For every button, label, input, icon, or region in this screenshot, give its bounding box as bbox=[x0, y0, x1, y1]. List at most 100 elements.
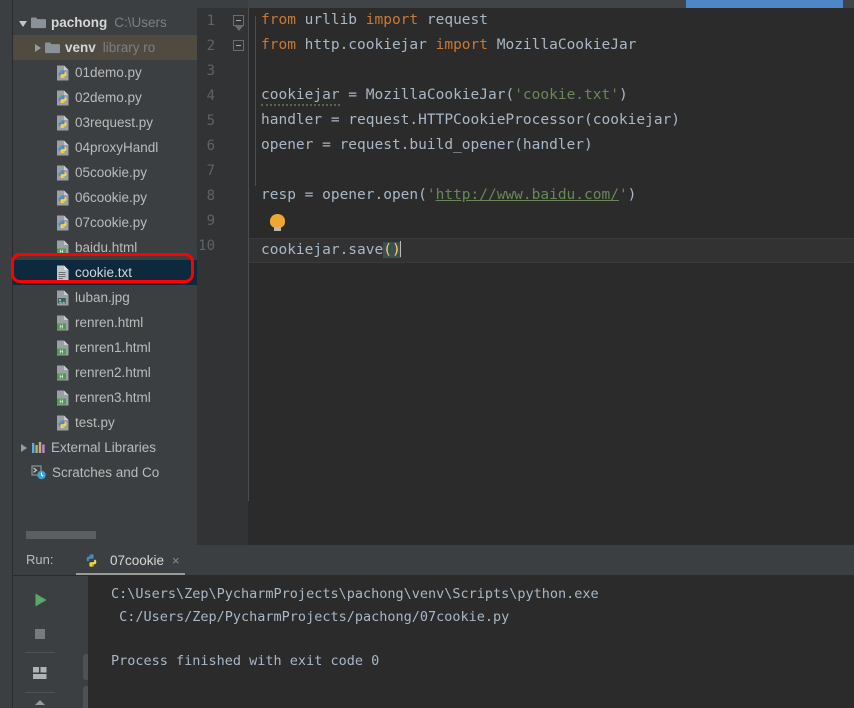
tree-node-external-libraries[interactable]: External Libraries bbox=[13, 435, 197, 460]
url-literal[interactable]: http://www.baidu.com/ bbox=[436, 187, 619, 203]
tree-node-baidu-html[interactable]: H baidu.html bbox=[13, 235, 197, 260]
project-tree-horizontal-scrollbar[interactable] bbox=[13, 529, 197, 540]
tree-node-label: 06cookie.py bbox=[75, 190, 148, 205]
tree-node-05cookie-py[interactable]: 05cookie.py bbox=[13, 160, 197, 185]
text-file-icon bbox=[55, 265, 70, 281]
line-number: 8 bbox=[206, 188, 215, 204]
layout-icon[interactable] bbox=[27, 660, 53, 686]
tree-node-label: test.py bbox=[75, 415, 115, 430]
code-fold-marker-icon[interactable] bbox=[233, 15, 244, 31]
tree-node-07cookie-py[interactable]: 07cookie.py bbox=[13, 210, 197, 235]
tree-node-cookie-txt[interactable]: cookie.txt bbox=[13, 260, 197, 285]
scrollbar-thumb[interactable] bbox=[686, 0, 843, 8]
tree-node-label: luban.jpg bbox=[75, 290, 130, 305]
tree-node-renren-html[interactable]: H renren.html bbox=[13, 310, 197, 335]
code-line-10: cookiejar.save() bbox=[261, 238, 401, 263]
tree-node-test-py[interactable]: test.py bbox=[13, 410, 197, 435]
folder-icon bbox=[45, 41, 60, 54]
collapse-icon[interactable] bbox=[27, 696, 53, 708]
line-number: 4 bbox=[206, 88, 215, 104]
tree-node-label: External Libraries bbox=[51, 440, 157, 455]
quote: ' bbox=[426, 187, 436, 203]
html-file-icon: H bbox=[55, 240, 70, 256]
tree-node-label: baidu.html bbox=[75, 240, 138, 255]
python-file-icon bbox=[55, 65, 70, 81]
tree-node-renren2-html[interactable]: H renren2.html bbox=[13, 360, 197, 385]
module-name: urllib bbox=[295, 12, 366, 28]
line-number: 2 bbox=[206, 38, 215, 54]
run-tool-window-header: Run: 07cookie × bbox=[13, 545, 854, 576]
tree-node-luban-jpg[interactable]: luban.jpg bbox=[13, 285, 197, 310]
svg-text:H: H bbox=[59, 349, 63, 355]
tree-node-label: venv bbox=[65, 40, 96, 55]
quote: ' bbox=[618, 187, 628, 203]
line-number: 6 bbox=[206, 138, 215, 154]
python-file-icon bbox=[55, 215, 70, 231]
tree-node-renren1-html[interactable]: H renren1.html bbox=[13, 335, 197, 360]
lightbulb-base bbox=[274, 227, 281, 231]
keyword-import: import bbox=[365, 12, 419, 28]
code-fold-marker-icon[interactable] bbox=[233, 40, 244, 51]
line-number: 5 bbox=[206, 113, 215, 129]
close-icon[interactable]: × bbox=[172, 553, 180, 568]
code-editor[interactable]: 1 2 3 4 5 6 7 8 9 10 from urllib import … bbox=[197, 8, 854, 545]
module-name: http.cookiejar bbox=[295, 37, 436, 53]
python-file-icon bbox=[55, 415, 70, 431]
line-number: 3 bbox=[206, 63, 215, 79]
code-line-1: from urllib import request bbox=[261, 8, 488, 33]
scrollbar-thumb[interactable] bbox=[26, 531, 96, 539]
line-number: 9 bbox=[206, 213, 215, 229]
string-literal: 'cookie.txt' bbox=[514, 87, 619, 103]
keyword-import: import bbox=[435, 37, 488, 53]
image-file-icon bbox=[55, 290, 70, 306]
chevron-right-icon[interactable] bbox=[17, 441, 30, 454]
html-file-icon: H bbox=[55, 390, 70, 406]
pycharm-window: Project Terminal pachong C:\Users venv l… bbox=[0, 0, 854, 708]
lightbulb-icon[interactable] bbox=[270, 214, 285, 232]
chevron-down-icon[interactable] bbox=[17, 16, 30, 29]
project-tree: pachong C:\Users venv library ro 01demo.… bbox=[13, 8, 197, 485]
rerun-icon[interactable] bbox=[27, 587, 53, 613]
tree-node-label: renren3.html bbox=[75, 390, 151, 405]
tree-node-label: 01demo.py bbox=[75, 65, 142, 80]
tree-node-venv[interactable]: venv library ro bbox=[13, 35, 197, 60]
stop-icon[interactable] bbox=[27, 621, 53, 647]
run-console-output[interactable]: C:\Users\Zep\PycharmProjects\pachong\ven… bbox=[88, 576, 854, 708]
line-number: 10 bbox=[198, 238, 215, 254]
tree-node-03request-py[interactable]: 03request.py bbox=[13, 110, 197, 135]
code-line-8: resp = opener.open('http://www.baidu.com… bbox=[261, 183, 636, 208]
imported-name: request bbox=[418, 12, 488, 28]
run-tab-07cookie[interactable]: 07cookie × bbox=[76, 547, 185, 576]
tree-node-pachong[interactable]: pachong C:\Users bbox=[13, 10, 197, 35]
run-tool-window[interactable]: Run: 07cookie × C:\Users\Zep\PycharmProj… bbox=[13, 545, 854, 708]
tree-node-01demo-py[interactable]: 01demo.py bbox=[13, 60, 197, 85]
svg-text:H: H bbox=[59, 374, 63, 380]
tree-node-renren3-html[interactable]: H renren3.html bbox=[13, 385, 197, 410]
code-line-5: handler = request.HTTPCookieProcessor(co… bbox=[261, 112, 681, 128]
tree-node-label: pachong bbox=[51, 15, 108, 30]
tree-node-label: 04proxyHandl bbox=[75, 140, 159, 155]
run-toolbar-primary bbox=[13, 576, 75, 708]
code-line-4: cookiejar = MozillaCookieJar('cookie.txt… bbox=[261, 83, 628, 108]
editor-gutter[interactable]: 1 2 3 4 5 6 7 8 9 10 bbox=[197, 8, 248, 545]
line-number: 7 bbox=[206, 163, 215, 179]
tree-node-scratches[interactable]: Scratches and Co bbox=[13, 460, 197, 485]
tree-node-02demo-py[interactable]: 02demo.py bbox=[13, 85, 197, 110]
tree-node-path: C:\Users bbox=[114, 15, 167, 30]
svg-text:H: H bbox=[59, 249, 63, 255]
python-file-icon bbox=[55, 115, 70, 131]
line-number: 1 bbox=[206, 13, 215, 29]
console-line: Process finished with exit code 0 bbox=[111, 653, 380, 669]
chevron-right-icon[interactable] bbox=[31, 41, 44, 54]
python-file-icon bbox=[55, 140, 70, 156]
tree-node-04proxyhandler-py[interactable]: 04proxyHandl bbox=[13, 135, 197, 160]
console-line: C:\Users\Zep\PycharmProjects\pachong\ven… bbox=[111, 586, 599, 602]
tree-node-06cookie-py[interactable]: 06cookie.py bbox=[13, 185, 197, 210]
project-tree-panel[interactable]: pachong C:\Users venv library ro 01demo.… bbox=[13, 8, 197, 545]
code-text-area[interactable]: from urllib import request from http.coo… bbox=[248, 8, 854, 545]
tree-node-label: 02demo.py bbox=[75, 90, 142, 105]
svg-text:H: H bbox=[59, 399, 63, 405]
variable-cookiejar: cookiejar bbox=[261, 87, 340, 106]
editor-horizontal-scrollbar[interactable] bbox=[0, 0, 854, 8]
toolbar-divider bbox=[25, 652, 55, 653]
